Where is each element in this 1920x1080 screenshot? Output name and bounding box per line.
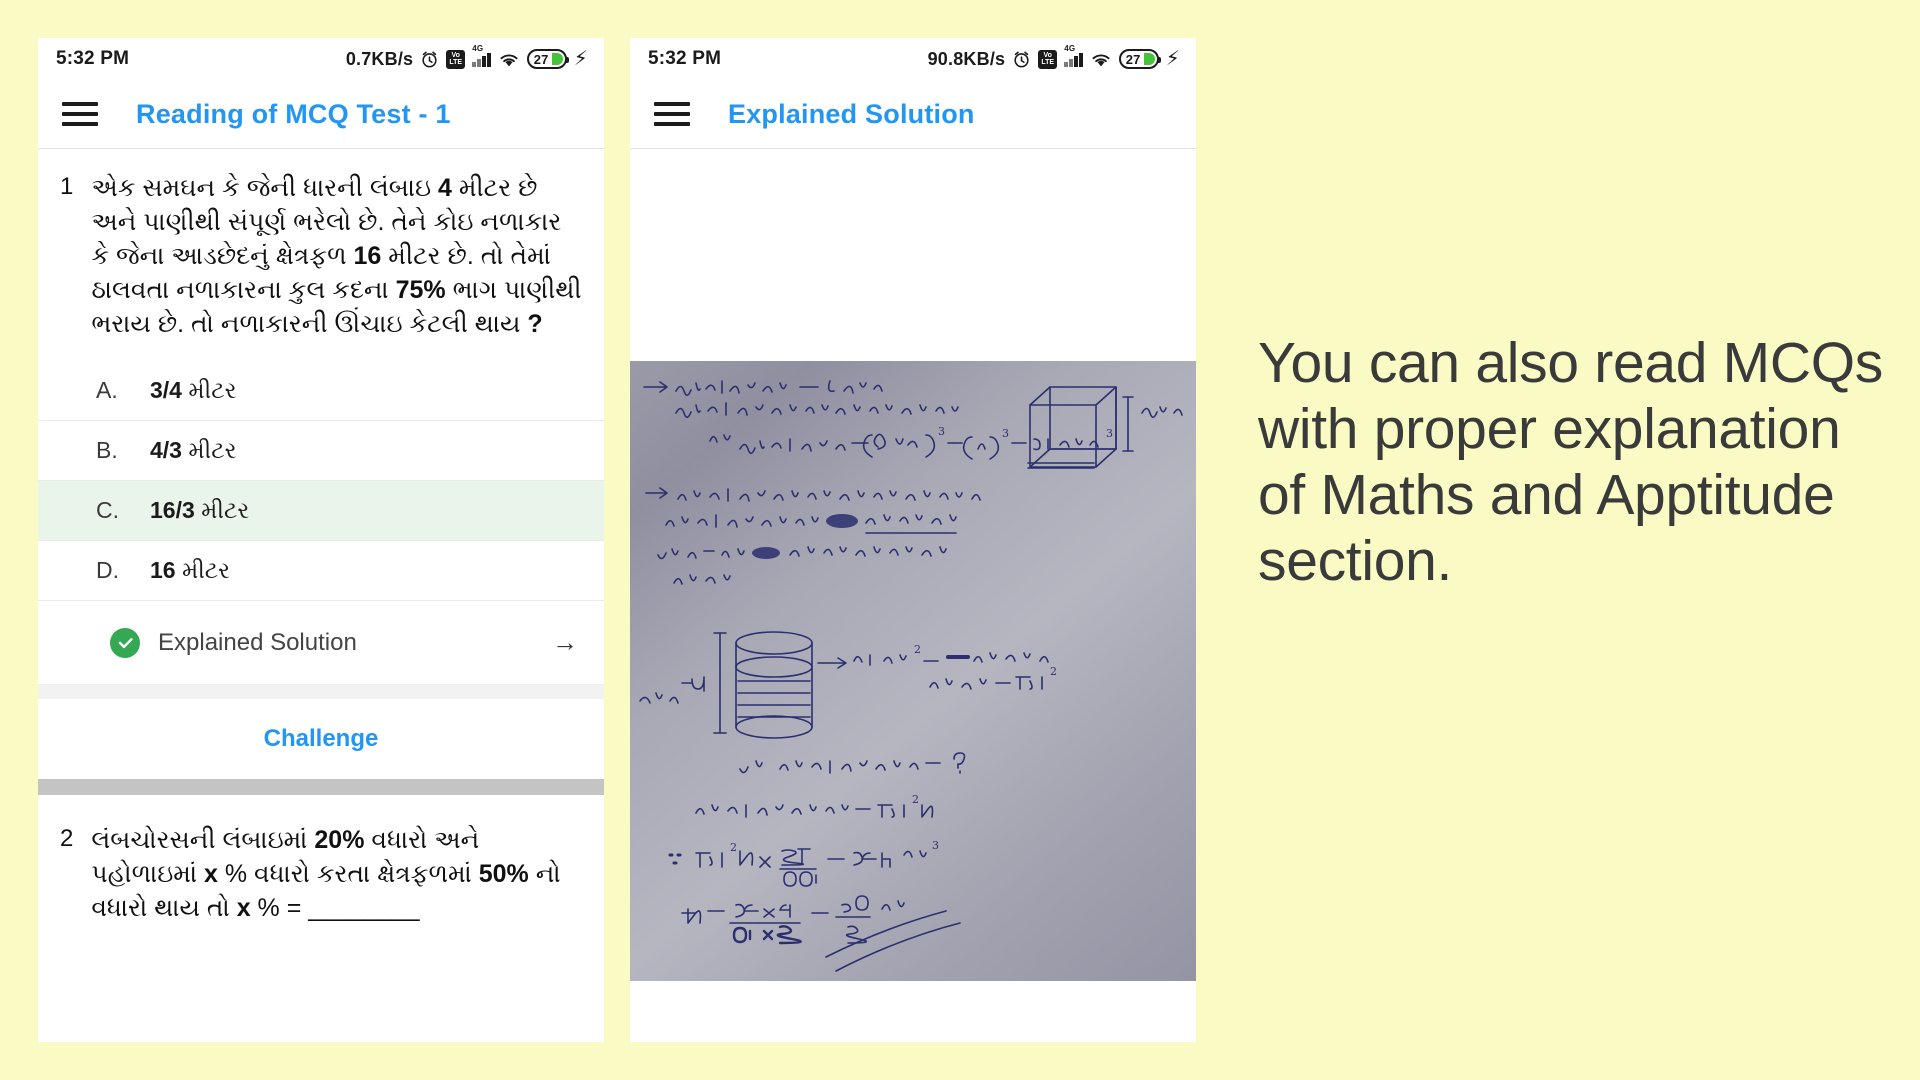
explained-solution-label: Explained Solution	[158, 628, 357, 656]
option-label: B.	[96, 437, 118, 463]
volte-top-label: Vo	[1043, 51, 1052, 59]
solution-canvas: 3 3 3 2 2 2 2 3	[630, 149, 1196, 1042]
page-title: Reading of MCQ Test - 1	[136, 98, 451, 129]
status-icons-left: 0.7KB/s Vo LTE 4G 27 ⚡	[345, 44, 588, 70]
option-value: 16/3 મીટર	[150, 497, 250, 523]
option-value: 16 મીટર	[150, 557, 231, 583]
question-number: 1	[60, 173, 74, 200]
marketing-caption: You can also read MCQs with proper expla…	[1258, 331, 1883, 594]
status-bar-left: 5:32 PM 0.7KB/s Vo LTE 4G 27 ⚡	[38, 38, 604, 80]
svg-text:2: 2	[912, 793, 919, 806]
option-d[interactable]: D. 16 મીટર	[38, 541, 604, 601]
volte-top-label: Vo	[451, 51, 460, 59]
alarm-icon	[1012, 50, 1031, 69]
volte-bottom-label: LTE	[1041, 59, 1055, 66]
battery-icon: 27	[1118, 49, 1161, 69]
status-bar-right: 5:32 PM 90.8KB/s Vo LTE 4G 27 ⚡	[630, 38, 1196, 80]
battery-percent-label: 27	[533, 51, 549, 67]
screenshot-stage: 5:32 PM 0.7KB/s Vo LTE 4G 27 ⚡ Reading o…	[0, 0, 1920, 1080]
question-number: 2	[60, 825, 74, 852]
section-divider	[38, 685, 604, 699]
question-text: એક સમઘન કે જેની ધારની લંબાઇ 4 મીટર છે અન…	[91, 174, 582, 338]
explained-solution-row[interactable]: Explained Solution →	[38, 601, 604, 685]
option-b[interactable]: B. 4/3 મીટર	[38, 421, 604, 481]
network-speed-label: 0.7KB/s	[345, 48, 414, 69]
svg-text:3: 3	[1106, 427, 1113, 440]
battery-icon: 27	[526, 49, 569, 69]
status-time: 5:32 PM	[648, 48, 722, 69]
wifi-icon	[498, 51, 520, 68]
svg-text:2: 2	[1050, 665, 1057, 678]
signal-4g-icon: 4G	[472, 44, 491, 67]
hamburger-menu-icon[interactable]	[650, 101, 694, 127]
volte-bottom-label: LTE	[449, 59, 463, 66]
signal-4g-icon: 4G	[1064, 44, 1083, 67]
network-type-label: 4G	[472, 44, 484, 53]
svg-text:3: 3	[932, 839, 939, 852]
battery-percent-label: 27	[1125, 51, 1141, 67]
handwritten-solution-image: 3 3 3 2 2 2 2 3	[630, 361, 1196, 981]
app-bar-right: Explained Solution	[630, 80, 1196, 149]
phone-screenshot-right: 5:32 PM 90.8KB/s Vo LTE 4G 27 ⚡ Explaine…	[630, 38, 1196, 1042]
svg-text:2: 2	[730, 841, 737, 854]
volte-icon: Vo LTE	[446, 49, 466, 69]
status-icons-right: 90.8KB/s Vo LTE 4G 27 ⚡	[927, 44, 1180, 70]
charging-bolt-icon: ⚡	[573, 48, 588, 70]
option-c[interactable]: C. 16/3 મીટર	[38, 481, 604, 541]
volte-icon: Vo LTE	[1038, 49, 1058, 69]
app-bar-left: Reading of MCQ Test - 1	[38, 80, 604, 149]
status-time: 5:32 PM	[56, 48, 130, 69]
network-type-label: 4G	[1064, 44, 1076, 53]
check-circle-icon	[110, 627, 140, 658]
page-title: Explained Solution	[728, 98, 975, 129]
hamburger-menu-icon[interactable]	[58, 101, 102, 127]
question-separator-bar	[38, 779, 604, 795]
challenge-row[interactable]: Challenge	[38, 699, 604, 779]
arrow-right-icon: →	[552, 627, 578, 657]
wifi-icon	[1090, 51, 1112, 68]
question-text: લંબચોરસની લંબાઇમાં 20% વધારો અને પહોળાઇમ…	[91, 826, 561, 922]
option-label: C.	[96, 497, 119, 523]
question-list: 1 એક સમઘન કે જેની ધારની લંબાઇ 4 મીટર છે …	[38, 149, 604, 935]
option-label: A.	[96, 377, 118, 403]
phone-screenshot-left: 5:32 PM 0.7KB/s Vo LTE 4G 27 ⚡ Reading o…	[38, 38, 604, 1042]
option-value: 4/3 મીટર	[150, 437, 237, 463]
option-value: 3/4 મીટર	[150, 377, 237, 403]
option-a[interactable]: A. 3/4 મીટર	[38, 361, 604, 421]
question-1: 1 એક સમઘન કે જેની ધારની લંબાઇ 4 મીટર છે …	[38, 149, 604, 351]
challenge-label: Challenge	[263, 725, 379, 752]
svg-text:2: 2	[914, 643, 921, 656]
alarm-icon	[420, 50, 439, 69]
options-list: A. 3/4 મીટર B. 4/3 મીટર C. 16/3 મીટર D. …	[38, 361, 604, 601]
charging-bolt-icon: ⚡	[1165, 48, 1180, 70]
option-label: D.	[96, 557, 119, 583]
svg-text:3: 3	[938, 425, 945, 438]
network-speed-label: 90.8KB/s	[927, 48, 1006, 69]
question-2: 2 લંબચોરસની લંબાઇમાં 20% વધારો અને પહોળા…	[38, 795, 604, 935]
svg-text:3: 3	[1002, 427, 1009, 440]
